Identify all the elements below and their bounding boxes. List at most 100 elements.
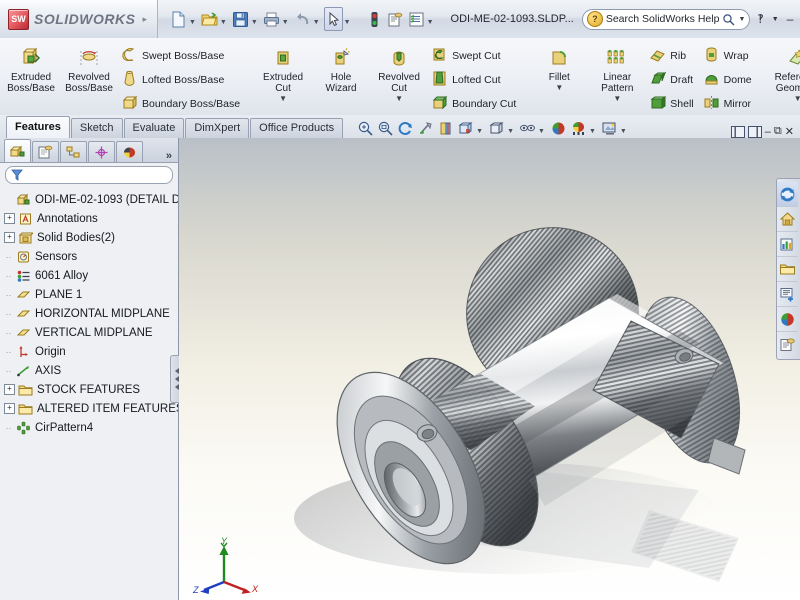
tree-item-altered-item-features[interactable]: + ALTERED ITEM FEATURES [4,399,178,418]
view-settings-icon[interactable] [600,119,619,138]
rib-button[interactable]: Rib [646,44,699,67]
tree-expander-plus[interactable]: + [4,384,15,395]
menu-expand-arrow-icon[interactable]: ▸ [142,14,147,25]
graphics-viewport[interactable]: Y X Z [179,138,800,600]
tab-dimxpert[interactable]: DimXpert [185,118,250,138]
tab-evaluate[interactable]: Evaluate [123,118,185,138]
dome-button[interactable]: Dome [700,68,758,91]
search-button[interactable] [777,257,798,282]
extruded-cut-caret-icon[interactable]: ▼ [255,94,311,104]
new-document-caret-icon[interactable]: ▼ [189,13,196,26]
print-document-button[interactable] [262,7,281,31]
pan-icon[interactable] [416,119,435,138]
display-manager-tab[interactable] [116,141,143,162]
mirror-button[interactable]: Mirror [700,92,758,115]
save-document-caret-icon[interactable]: ▼ [251,13,258,26]
hide-show-items-caret-icon[interactable]: ▼ [538,122,545,135]
app-minimize-button[interactable]: – [784,13,797,25]
view-orientation-caret-icon[interactable]: ▼ [476,122,483,135]
undo-caret-icon[interactable]: ▼ [313,13,320,26]
save-document-button[interactable] [231,7,250,31]
new-document-button[interactable] [169,7,188,31]
undo-button[interactable] [293,7,312,31]
draft-button[interactable]: Draft [646,68,699,91]
tree-item-solid-bodies[interactable]: + Solid Bodies(2) [4,228,178,247]
tab-office-products[interactable]: Office Products [250,118,344,138]
split-horizontal-icon[interactable] [730,125,745,138]
help-search-box[interactable]: ? Search SolidWorks Help ▼ [581,8,751,30]
solidworks-logo[interactable]: SW SOLIDWORKS ▸ [0,0,158,38]
open-document-caret-icon[interactable]: ▼ [220,13,227,26]
tree-item-vertical-midplane[interactable]: ·· VERTICAL MIDPLANE [4,323,178,342]
split-vertical-icon[interactable] [747,125,762,138]
shell-button[interactable]: Shell [646,92,699,115]
tree-item-cirpattern4[interactable]: ·· CirPattern4 [4,418,178,437]
document-restore-button[interactable]: ⧉ [774,125,782,138]
revolved-cut-button[interactable]: Revolved Cut ▼ [370,41,428,105]
tree-expander-plus[interactable]: + [4,213,15,224]
dimxpert-manager-tab[interactable] [88,141,115,162]
tree-expander-plus[interactable]: + [4,403,15,414]
wrap-button[interactable]: Wrap [700,44,758,67]
design-library-button[interactable] [777,207,798,232]
tree-item-annotations[interactable]: + Annotations [4,209,178,228]
display-style-icon[interactable] [487,119,506,138]
document-close-button[interactable]: ✕ [785,125,794,138]
appearances-button[interactable] [777,307,798,332]
zoom-to-fit-icon[interactable] [356,119,375,138]
tree-item-plane-1[interactable]: ·· PLANE 1 [4,285,178,304]
file-explorer-button[interactable] [777,232,798,257]
print-document-caret-icon[interactable]: ▼ [282,13,289,26]
boundary-cut-button[interactable]: Boundary Cut [428,92,522,115]
lofted-boss-base-button[interactable]: Lofted Boss/Base [118,68,246,91]
tree-item-material[interactable]: ·· 6061 Alloy [4,266,178,285]
extruded-cut-button[interactable]: Extruded Cut ▼ [254,41,312,105]
linear-pattern-button[interactable]: Linear Pattern ▼ [588,41,646,105]
swept-boss-base-button[interactable]: Swept Boss/Base [118,44,246,67]
help-search-caret-icon[interactable]: ▼ [738,16,745,23]
view-orientation-icon[interactable] [456,119,475,138]
options-button[interactable] [386,7,405,31]
app-help-button[interactable]: ‽ [754,13,766,25]
swept-cut-button[interactable]: Swept Cut [428,44,522,67]
tab-sketch[interactable]: Sketch [70,118,123,138]
view-settings-caret-icon[interactable]: ▼ [620,122,627,135]
revolved-boss-base-button[interactable]: Revolved Boss/Base [60,41,118,95]
apply-scene-icon[interactable] [549,119,568,138]
tree-expander-plus[interactable]: + [4,232,15,243]
app-help-caret-icon[interactable]: ▼ [769,16,782,23]
linear-pattern-caret-icon[interactable]: ▼ [589,94,645,104]
appearances-caret-icon[interactable]: ▼ [589,122,596,135]
tree-item-stock-features[interactable]: + STOCK FEATURES [4,380,178,399]
appearances-icon[interactable] [569,119,588,138]
custom-properties-caret-icon[interactable]: ▼ [427,13,434,26]
hide-show-items-icon[interactable] [518,119,537,138]
view-palette-button[interactable] [777,282,798,307]
rotate-view-icon[interactable] [396,119,415,138]
hole-wizard-button[interactable]: Hole Wizard [312,41,370,95]
display-style-caret-icon[interactable]: ▼ [507,122,514,135]
tree-item-sensors[interactable]: ·· Sensors [4,247,178,266]
custom-properties-button[interactable] [777,332,798,356]
boundary-boss-base-button[interactable]: Boundary Boss/Base [118,92,246,115]
design-tree-tab[interactable] [4,139,31,162]
feature-manager-more-tabs[interactable]: » [166,150,178,162]
select-tool-button[interactable] [323,7,343,31]
configuration-manager-tab[interactable] [60,141,87,162]
reference-geometry-caret-icon[interactable]: ▼ [770,94,800,104]
fillet-button[interactable]: Fillet ▼ [530,41,588,94]
zoom-to-area-icon[interactable] [376,119,395,138]
reference-geometry-button[interactable]: Reference Geometry ▼ [766,41,800,105]
document-minimize-button[interactable]: – [765,126,771,138]
custom-properties-button[interactable] [407,7,426,31]
tree-filter-box[interactable] [5,166,173,184]
fillet-caret-icon[interactable]: ▼ [531,83,587,93]
section-view-icon[interactable] [436,119,455,138]
select-tool-caret-icon[interactable]: ▼ [344,13,351,26]
tab-features[interactable]: Features [6,116,70,138]
tree-item-origin[interactable]: ·· Origin [4,342,178,361]
revolved-cut-caret-icon[interactable]: ▼ [371,94,427,104]
extruded-boss-base-button[interactable]: Extruded Boss/Base [2,41,60,95]
property-manager-tab[interactable] [32,141,59,162]
lofted-cut-button[interactable]: Lofted Cut [428,68,522,91]
